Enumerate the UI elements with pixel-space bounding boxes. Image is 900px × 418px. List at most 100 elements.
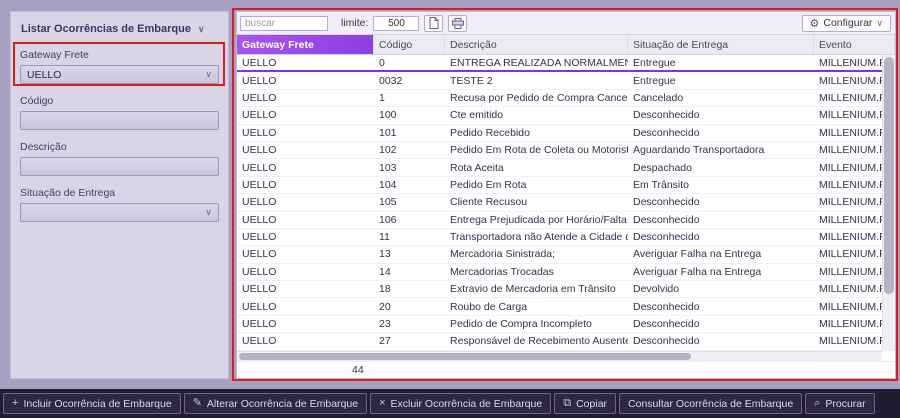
cell-codigo: 20 <box>374 298 445 314</box>
alterar-button[interactable]: ✎ Alterar Ocorrência de Embarque <box>184 393 367 414</box>
search-input[interactable] <box>240 16 328 31</box>
cell-descricao: Pedido Em Rota de Coleta ou Motorista sa… <box>445 142 628 158</box>
horizontal-scrollbar[interactable] <box>237 351 882 361</box>
cell-codigo: 103 <box>374 159 445 175</box>
cell-codigo: 106 <box>374 212 445 228</box>
table-row[interactable]: UELLO 105 Cliente Recusou Desconhecido M… <box>237 194 882 211</box>
situacao-entrega-select[interactable]: ∨ <box>20 203 219 222</box>
cell-descricao: Roubo de Carga <box>445 298 628 314</box>
table-row[interactable]: UELLO 0 ENTREGA REALIZADA NORMALMENTE En… <box>237 55 882 72</box>
cell-situacao-entrega: Desconhecido <box>628 107 814 123</box>
cell-evento: MILLENIUM.PED <box>814 229 882 245</box>
procurar-button[interactable]: ⌕ Procurar <box>805 393 874 414</box>
cell-codigo: 27 <box>374 333 445 349</box>
cell-evento: MILLENIUM.PED <box>814 107 882 123</box>
situacao-entrega-label: Situação de Entrega <box>20 187 219 199</box>
table-body: UELLO 0 ENTREGA REALIZADA NORMALMENTE En… <box>237 55 882 351</box>
cell-evento: MILLENIUM.PED <box>814 142 882 158</box>
column-header-evento[interactable]: Evento <box>814 35 895 54</box>
column-header-descricao[interactable]: Descrição <box>445 35 628 54</box>
cell-codigo: 13 <box>374 246 445 262</box>
close-icon: × <box>379 398 385 409</box>
cell-situacao-entrega: Averiguar Falha na Entrega <box>628 264 814 280</box>
copiar-button[interactable]: ⧉ Copiar <box>554 393 616 414</box>
cell-situacao-entrega: Despachado <box>628 159 814 175</box>
codigo-input[interactable] <box>20 111 219 130</box>
column-header-gateway-frete[interactable]: Gateway Frete <box>237 35 374 54</box>
cell-descricao: Cliente Recusou <box>445 194 628 210</box>
cell-evento: MILLENIUM.PED <box>814 90 882 106</box>
table-row[interactable]: UELLO 104 Pedido Em Rota Em Trânsito MIL… <box>237 177 882 194</box>
cell-gateway-frete: UELLO <box>237 125 374 141</box>
descricao-input[interactable] <box>20 157 219 176</box>
cell-codigo: 100 <box>374 107 445 123</box>
cell-evento: MILLENIUM.PED <box>814 333 882 349</box>
column-header-codigo[interactable]: Código <box>374 35 445 54</box>
table-row[interactable]: UELLO 1 Recusa por Pedido de Compra Canc… <box>237 90 882 107</box>
table-row[interactable]: UELLO 11 Transportadora não Atende a Cid… <box>237 229 882 246</box>
cell-situacao-entrega: Devolvido <box>628 281 814 297</box>
cell-evento: MILLENIUM.PED <box>814 212 882 228</box>
cell-gateway-frete: UELLO <box>237 333 374 349</box>
table-row[interactable]: UELLO 100 Cte emitido Desconhecido MILLE… <box>237 107 882 124</box>
data-grid: Gateway Frete Código Descrição Situação … <box>237 35 895 351</box>
cell-codigo: 105 <box>374 194 445 210</box>
cell-gateway-frete: UELLO <box>237 194 374 210</box>
table-row[interactable]: UELLO 18 Extravio de Mercadoria em Trâns… <box>237 281 882 298</box>
cell-situacao-entrega: Desconhecido <box>628 125 814 141</box>
limit-label: limite: <box>341 17 368 29</box>
horizontal-scrollbar-thumb[interactable] <box>239 353 691 360</box>
table-row[interactable]: UELLO 101 Pedido Recebido Desconhecido M… <box>237 125 882 142</box>
codigo-field: Código <box>20 95 219 130</box>
table-row[interactable]: UELLO 13 Mercadoria Sinistrada; Averigua… <box>237 246 882 263</box>
cell-gateway-frete: UELLO <box>237 72 374 88</box>
table-row[interactable]: UELLO 14 Mercadorias Trocadas Averiguar … <box>237 264 882 281</box>
consultar-button[interactable]: Consultar Ocorrência de Embarque <box>619 393 802 414</box>
gear-icon: ⚙ <box>810 17 820 30</box>
gateway-frete-field: Gateway Frete UELLO ∨ <box>20 49 219 84</box>
cell-codigo: 0032 <box>374 72 445 88</box>
table-row[interactable]: UELLO 103 Rota Aceita Despachado MILLENI… <box>237 159 882 176</box>
export-button[interactable] <box>424 15 443 32</box>
print-button[interactable] <box>448 15 467 32</box>
cell-descricao: Pedido de Compra Incompleto <box>445 316 628 332</box>
cell-evento: MILLENIUM.PED <box>814 125 882 141</box>
cell-situacao-entrega: Entregue <box>628 55 814 70</box>
codigo-label: Código <box>20 95 219 107</box>
cell-codigo: 1 <box>374 90 445 106</box>
table-row[interactable]: UELLO 23 Pedido de Compra Incompleto Des… <box>237 316 882 333</box>
column-header-situacao-entrega[interactable]: Situação de Entrega <box>628 35 814 54</box>
sidebar: Listar Ocorrências de Embarque ∨ Gateway… <box>10 11 229 379</box>
cell-evento: MILLENIUM.PED <box>814 159 882 175</box>
cell-codigo: 23 <box>374 316 445 332</box>
record-count-row: 44 <box>237 361 895 378</box>
cell-gateway-frete: UELLO <box>237 159 374 175</box>
cell-situacao-entrega: Desconhecido <box>628 194 814 210</box>
vertical-scrollbar-thumb[interactable] <box>884 57 894 294</box>
table-row[interactable]: UELLO 106 Entrega Prejudicada por Horári… <box>237 212 882 229</box>
cell-gateway-frete: UELLO <box>237 177 374 193</box>
excluir-button[interactable]: × Excluir Ocorrência de Embarque <box>370 393 551 414</box>
cell-situacao-entrega: Desconhecido <box>628 229 814 245</box>
cell-gateway-frete: UELLO <box>237 264 374 280</box>
incluir-button[interactable]: + Incluir Ocorrência de Embarque <box>3 393 181 414</box>
copy-icon: ⧉ <box>563 398 571 409</box>
cell-descricao: Cte emitido <box>445 107 628 123</box>
cell-situacao-entrega: Desconhecido <box>628 333 814 349</box>
sidebar-title[interactable]: Listar Ocorrências de Embarque ∨ <box>20 18 219 49</box>
cell-descricao: Recusa por Pedido de Compra Cancelado <box>445 90 628 106</box>
limit-input[interactable] <box>373 16 419 31</box>
vertical-scrollbar[interactable] <box>882 55 895 351</box>
chevron-down-icon: ∨ <box>876 19 883 28</box>
cell-descricao: ENTREGA REALIZADA NORMALMENTE <box>445 55 628 70</box>
table-row[interactable]: UELLO 102 Pedido Em Rota de Coleta ou Mo… <box>237 142 882 159</box>
cell-evento: MILLENIUM.PED <box>814 281 882 297</box>
table-row[interactable]: UELLO 27 Responsável de Recebimento Ause… <box>237 333 882 350</box>
gateway-frete-select[interactable]: UELLO ∨ <box>20 65 219 84</box>
configure-button[interactable]: ⚙ Configurar ∨ <box>802 15 892 32</box>
footer-actions: + Incluir Ocorrência de Embarque ✎ Alter… <box>0 389 900 418</box>
table-row[interactable]: UELLO 20 Roubo de Carga Desconhecido MIL… <box>237 298 882 315</box>
cell-situacao-entrega: Desconhecido <box>628 212 814 228</box>
table-row[interactable]: UELLO 0032 TESTE 2 Entregue MILLENIUM.PE… <box>237 72 882 89</box>
cell-evento: MILLENIUM.PED <box>814 55 882 70</box>
